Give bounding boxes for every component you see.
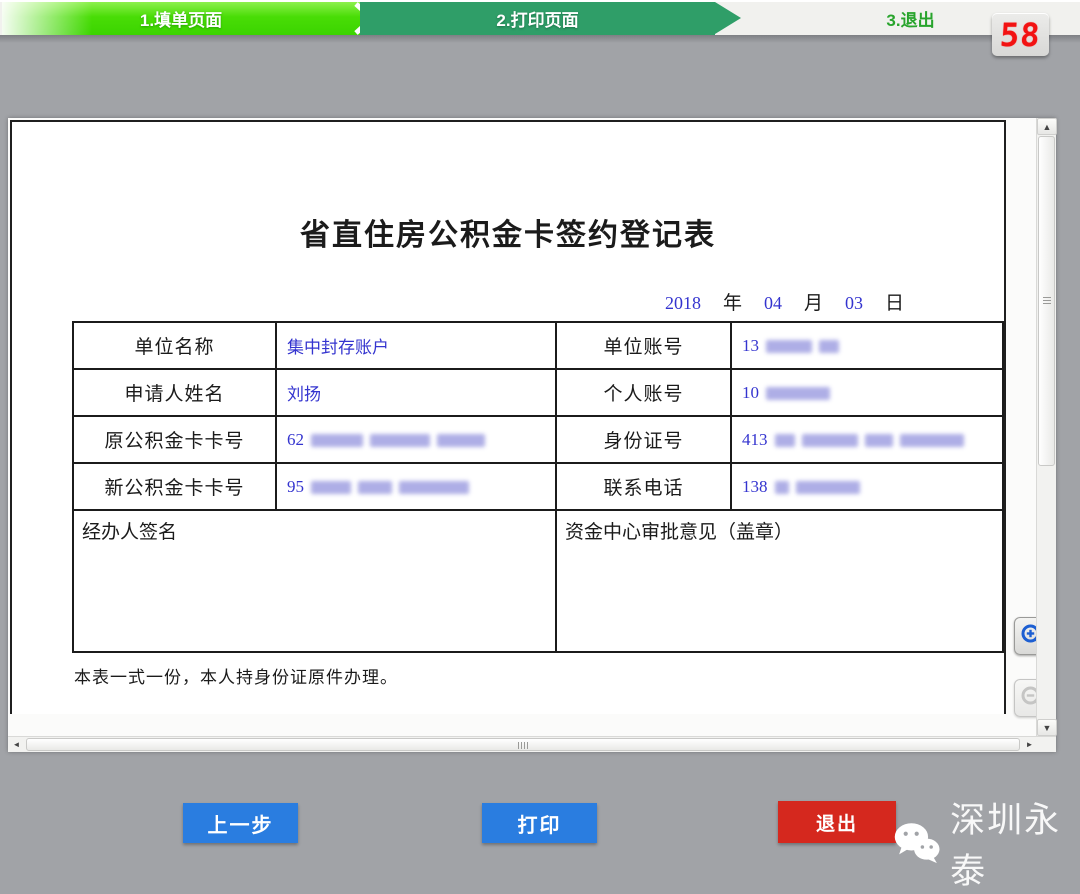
step-label: 2.打印页面 <box>496 6 578 31</box>
value-text: 刘扬 <box>287 385 321 404</box>
date-year-value: 2018 <box>665 293 701 314</box>
scrollbar-grip <box>518 742 528 749</box>
field-label: 原公积金卡卡号 <box>73 416 276 463</box>
step-tab-print-page[interactable]: 2.打印页面 <box>360 2 715 35</box>
document-preview-panel: 省直住房公积金卡签约登记表 2018 年 04 月 03 日 单位名称 集中封存… <box>8 118 1056 752</box>
field-value: 62 <box>276 416 556 463</box>
value-text: 413 <box>742 430 768 449</box>
field-value: 13 <box>731 322 1003 369</box>
step-wizard-bar: 1.填单页面 2.打印页面 3.退出 <box>0 0 1080 35</box>
approval-opinion-cell: 资金中心审批意见（盖章） <box>556 510 1003 652</box>
value-text: 95 <box>287 477 304 496</box>
value-text: 集中封存账户 <box>287 338 389 357</box>
field-value: 10 <box>731 369 1003 416</box>
vertical-scrollbar-thumb[interactable] <box>1038 136 1055 466</box>
redacted-value <box>768 476 860 497</box>
field-label: 单位名称 <box>73 322 276 369</box>
field-value: 138 <box>731 463 1003 510</box>
scroll-left-arrow-icon[interactable]: ◄ <box>8 737 25 752</box>
value-text: 13 <box>742 336 759 355</box>
redacted-value <box>304 429 485 450</box>
field-label: 单位账号 <box>556 322 731 369</box>
form-page: 省直住房公积金卡签约登记表 2018 年 04 月 03 日 单位名称 集中封存… <box>10 120 1006 714</box>
step-label: 3.退出 <box>886 6 934 31</box>
step-tab-fill-form[interactable]: 1.填单页面 <box>2 2 360 35</box>
scroll-right-arrow-icon[interactable]: ► <box>1021 737 1038 752</box>
redacted-value <box>304 476 469 497</box>
date-year-label: 年 <box>723 288 742 315</box>
countdown-timer: 58 <box>992 13 1049 56</box>
wechat-icon <box>893 818 942 868</box>
scrollbar-grip <box>1043 297 1051 305</box>
scroll-down-arrow-icon[interactable]: ▼ <box>1037 719 1057 736</box>
field-value: 413 <box>731 416 1003 463</box>
table-row: 经办人签名 资金中心审批意见（盖章） <box>73 510 1003 652</box>
operator-signature-cell: 经办人签名 <box>73 510 556 652</box>
step-label: 1.填单页面 <box>140 6 222 31</box>
value-text: 62 <box>287 430 304 449</box>
field-label: 新公积金卡卡号 <box>73 463 276 510</box>
arrow-tip-icon <box>715 2 741 34</box>
redacted-value <box>768 429 964 450</box>
field-value: 刘扬 <box>276 369 556 416</box>
field-label: 身份证号 <box>556 416 731 463</box>
form-date-line: 2018 年 04 月 03 日 <box>12 288 904 315</box>
field-label: 个人账号 <box>556 369 731 416</box>
print-button[interactable]: 打印 <box>482 803 597 843</box>
redacted-value <box>759 382 830 403</box>
registration-form-table: 单位名称 集中封存账户 单位账号 13 申请人姓名 刘扬 个人账号 10 原公积… <box>72 321 1004 653</box>
horizontal-scrollbar[interactable]: ◄ ► <box>8 736 1056 752</box>
horizontal-scrollbar-thumb[interactable] <box>26 738 1020 751</box>
date-month-label: 月 <box>804 288 823 315</box>
topbar-shadow <box>0 35 1080 43</box>
previous-step-button[interactable]: 上一步 <box>183 803 298 843</box>
table-row: 申请人姓名 刘扬 个人账号 10 <box>73 369 1003 416</box>
table-row: 新公积金卡卡号 95 联系电话 138 <box>73 463 1003 510</box>
watermark-text: 深圳永泰 <box>950 792 1080 894</box>
table-row: 单位名称 集中封存账户 单位账号 13 <box>73 322 1003 369</box>
value-text: 10 <box>742 383 759 402</box>
scroll-up-arrow-icon[interactable]: ▲ <box>1037 118 1057 135</box>
value-text: 138 <box>742 477 768 496</box>
field-label: 申请人姓名 <box>73 369 276 416</box>
kiosk-screen: { "stepbar": { "steps": [ { "label": "1.… <box>0 0 1080 864</box>
countdown-seconds: 58 <box>999 16 1042 54</box>
exit-button[interactable]: 退出 <box>778 801 896 843</box>
date-day-value: 03 <box>845 293 863 314</box>
field-label: 联系电话 <box>556 463 731 510</box>
redacted-value <box>759 335 839 356</box>
date-day-label: 日 <box>885 288 904 315</box>
field-value: 95 <box>276 463 556 510</box>
vertical-scrollbar[interactable]: ▲ ▼ <box>1036 118 1056 736</box>
table-row: 原公积金卡卡号 62 身份证号 413 <box>73 416 1003 463</box>
form-footnote: 本表一式一份，本人持身份证原件办理。 <box>74 663 1004 688</box>
field-value: 集中封存账户 <box>276 322 556 369</box>
form-title: 省直住房公积金卡签约登记表 <box>12 210 1004 254</box>
watermark: 深圳永泰 <box>893 792 1080 894</box>
date-month-value: 04 <box>764 293 782 314</box>
